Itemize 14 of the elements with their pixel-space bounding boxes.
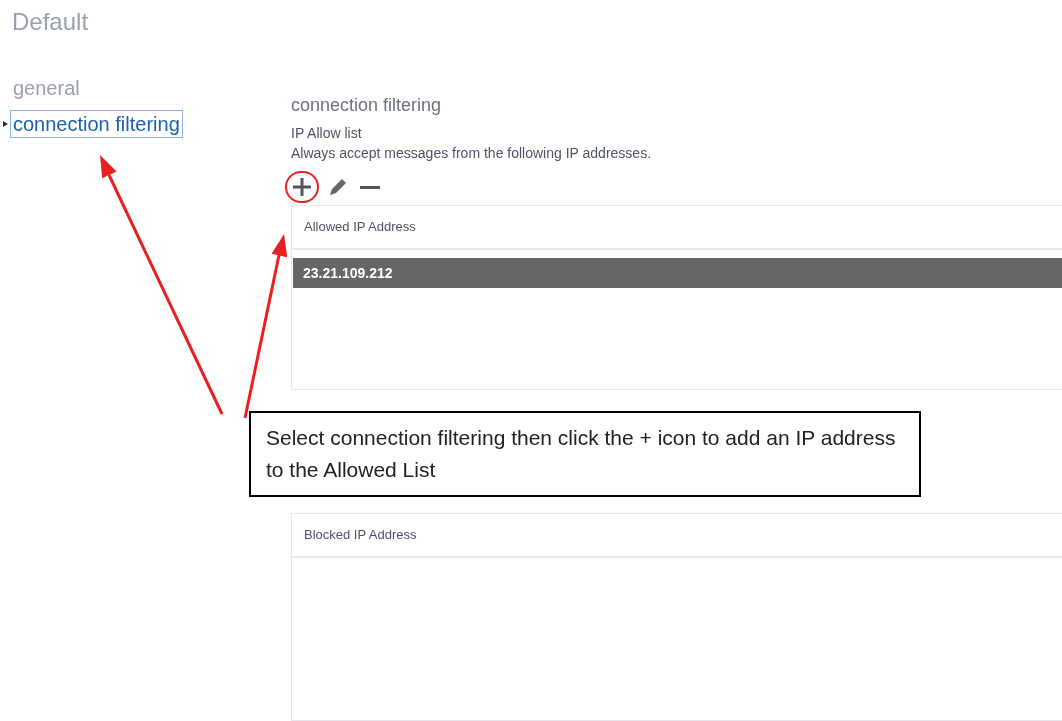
nav-item[interactable]: connection filtering	[10, 110, 183, 138]
callout-note: Select connection filtering then click the + icon to add an IP address to the Allowed List	[249, 411, 921, 497]
bullet-icon	[2, 121, 8, 127]
page-title: Default	[12, 7, 89, 37]
table-row[interactable]: 23.21.109.212	[293, 258, 1062, 288]
column-header: Allowed IP Address	[292, 206, 1062, 250]
list-title: IP Allow list	[291, 124, 363, 143]
column-header: Blocked IP Address	[292, 514, 1062, 558]
pencil-icon	[327, 176, 349, 198]
section-heading: connection filtering	[291, 94, 443, 117]
toolbar-button[interactable]	[285, 171, 319, 203]
description: Always accept messages from the following IP addresses.	[291, 144, 653, 163]
plus-icon	[291, 176, 313, 198]
minus-icon	[360, 185, 380, 189]
